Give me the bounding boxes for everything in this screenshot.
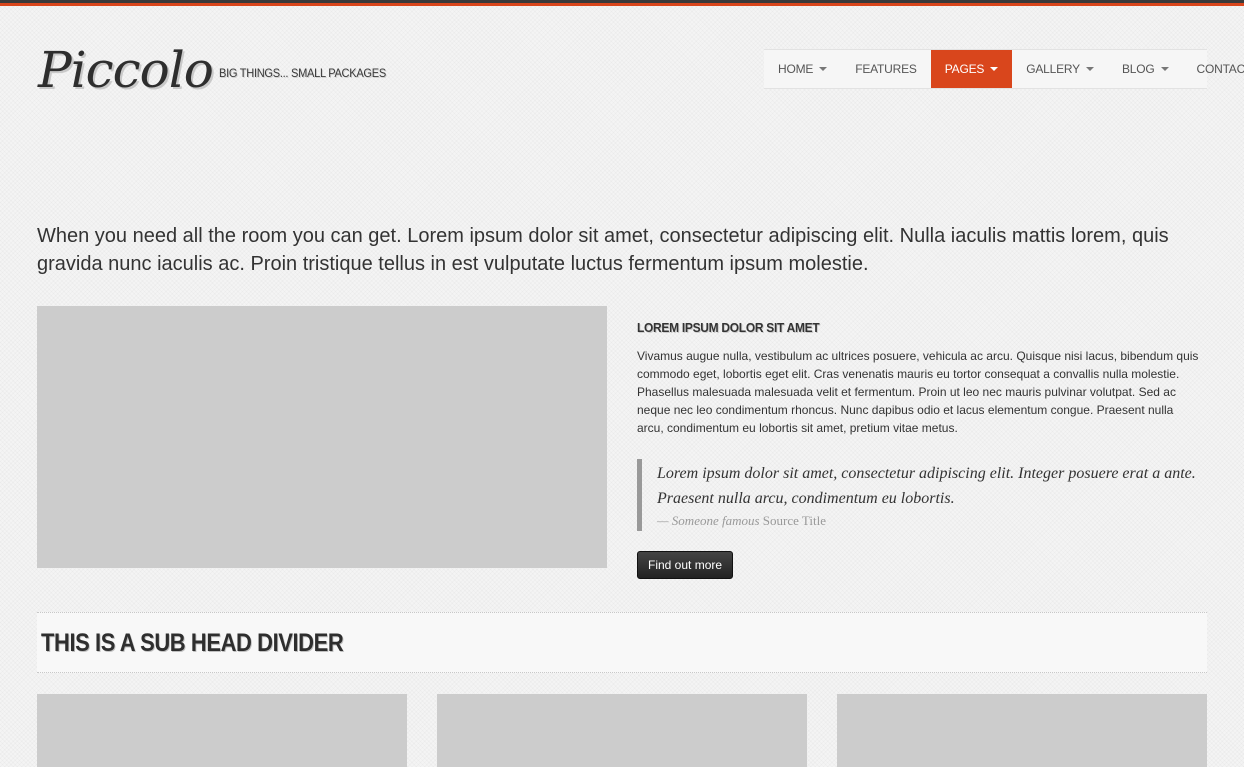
tagline: BIG THINGS... SMALL PACKAGES — [219, 66, 386, 80]
thumbnail-placeholder — [837, 694, 1207, 767]
nav-item-label: FEATURES — [855, 62, 917, 76]
top-accent-bar — [0, 0, 1244, 6]
thumbnail-placeholder — [437, 694, 807, 767]
caret-down-icon — [990, 67, 999, 71]
sub-head-divider: THIS IS A SUB HEAD DIVIDER — [37, 612, 1207, 673]
quote-source: Source Title — [762, 513, 827, 528]
nav-item-gallery[interactable]: GALLERY — [1012, 50, 1108, 88]
caret-down-icon — [819, 67, 828, 71]
nav-item-contact[interactable]: CONTACT — [1183, 50, 1244, 88]
logo[interactable]: Piccolo — [38, 40, 214, 100]
feature-panel: LOREM IPSUM DOLOR SIT AMET Vivamus augue… — [637, 320, 1207, 579]
hero-image-placeholder — [37, 306, 607, 568]
divider-title: THIS IS A SUB HEAD DIVIDER — [41, 629, 344, 657]
nav-item-label: PAGES — [944, 62, 985, 76]
blockquote: Lorem ipsum dolor sit amet, consectetur … — [637, 459, 1207, 531]
nav-item-label: HOME — [778, 62, 814, 76]
main-nav: HOME FEATURES PAGES GALLERY BLOG CONTACT — [764, 49, 1244, 89]
nav-item-label: CONTACT — [1196, 62, 1244, 76]
find-out-more-button[interactable]: Find out more — [637, 551, 734, 579]
feature-heading: LOREM IPSUM DOLOR SIT AMET — [637, 320, 820, 335]
feature-body: Vivamus augue nulla, vestibulum ac ultri… — [637, 349, 1199, 435]
nav-item-blog[interactable]: BLOG — [1108, 50, 1183, 88]
thumbnail-placeholder — [37, 694, 407, 767]
nav-item-label: GALLERY — [1026, 62, 1080, 76]
quote-author: — Someone famous — [657, 513, 760, 528]
caret-down-icon — [1160, 67, 1169, 71]
lead-paragraph: When you need all the room you can get. … — [37, 225, 1169, 275]
quote-citation: — Someone famous Source Title — [657, 513, 1207, 529]
nav-item-home[interactable]: HOME — [764, 50, 841, 88]
nav-item-label: BLOG — [1121, 62, 1155, 76]
quote-text: Lorem ipsum dolor sit amet, consectetur … — [657, 465, 1196, 507]
nav-item-features[interactable]: FEATURES — [841, 50, 931, 88]
caret-down-icon — [1085, 67, 1094, 71]
nav-item-pages[interactable]: PAGES — [930, 50, 1013, 88]
